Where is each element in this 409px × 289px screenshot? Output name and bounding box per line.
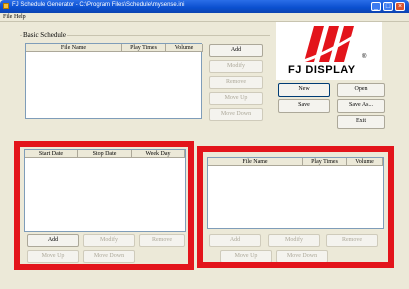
basic-remove-button[interactable]: Remove [209, 76, 263, 89]
registered-mark: ® [362, 53, 367, 60]
fj-display-logo: ® FJ DISPLAY [276, 22, 382, 80]
column-play-times[interactable]: Play Times [122, 44, 166, 52]
window-title: FJ Schedule Generator - C:\Program Files… [12, 2, 185, 8]
basic-move-up-button[interactable]: Move Up [209, 92, 263, 105]
basic-add-button[interactable]: Add [209, 44, 263, 57]
logo-text: FJ DISPLAY [288, 64, 356, 76]
basic-modify-button[interactable]: Modify [209, 60, 263, 73]
maximize-button[interactable]: □ [383, 2, 393, 11]
logo-mark-icon: ® [299, 26, 367, 64]
minimize-button[interactable]: _ [371, 2, 381, 11]
close-button[interactable]: × [395, 2, 405, 11]
column-file-name[interactable]: File Name [26, 44, 122, 52]
new-button[interactable]: New [278, 83, 330, 97]
open-button[interactable]: Open [337, 83, 385, 97]
exit-button[interactable]: Exit [337, 115, 385, 129]
basic-schedule-label: Basic Schedule [22, 31, 67, 39]
basic-schedule-list[interactable]: File Name Play Times Volume [25, 43, 203, 119]
save-as-button[interactable]: Save As... [337, 99, 385, 113]
highlight-box-right [197, 146, 394, 268]
app-icon [3, 3, 9, 9]
menu-help[interactable]: Help [14, 14, 26, 20]
save-button[interactable]: Save [278, 99, 330, 113]
highlight-box-left [14, 141, 194, 270]
basic-move-down-button[interactable]: Move Down [209, 108, 263, 121]
basic-schedule-header: File Name Play Times Volume [26, 44, 203, 52]
title-bar[interactable]: FJ Schedule Generator - C:\Program Files… [0, 0, 409, 13]
column-volume[interactable]: Volume [166, 44, 203, 52]
menu-file[interactable]: File [3, 14, 12, 20]
menu-bar: File Help [0, 13, 409, 22]
